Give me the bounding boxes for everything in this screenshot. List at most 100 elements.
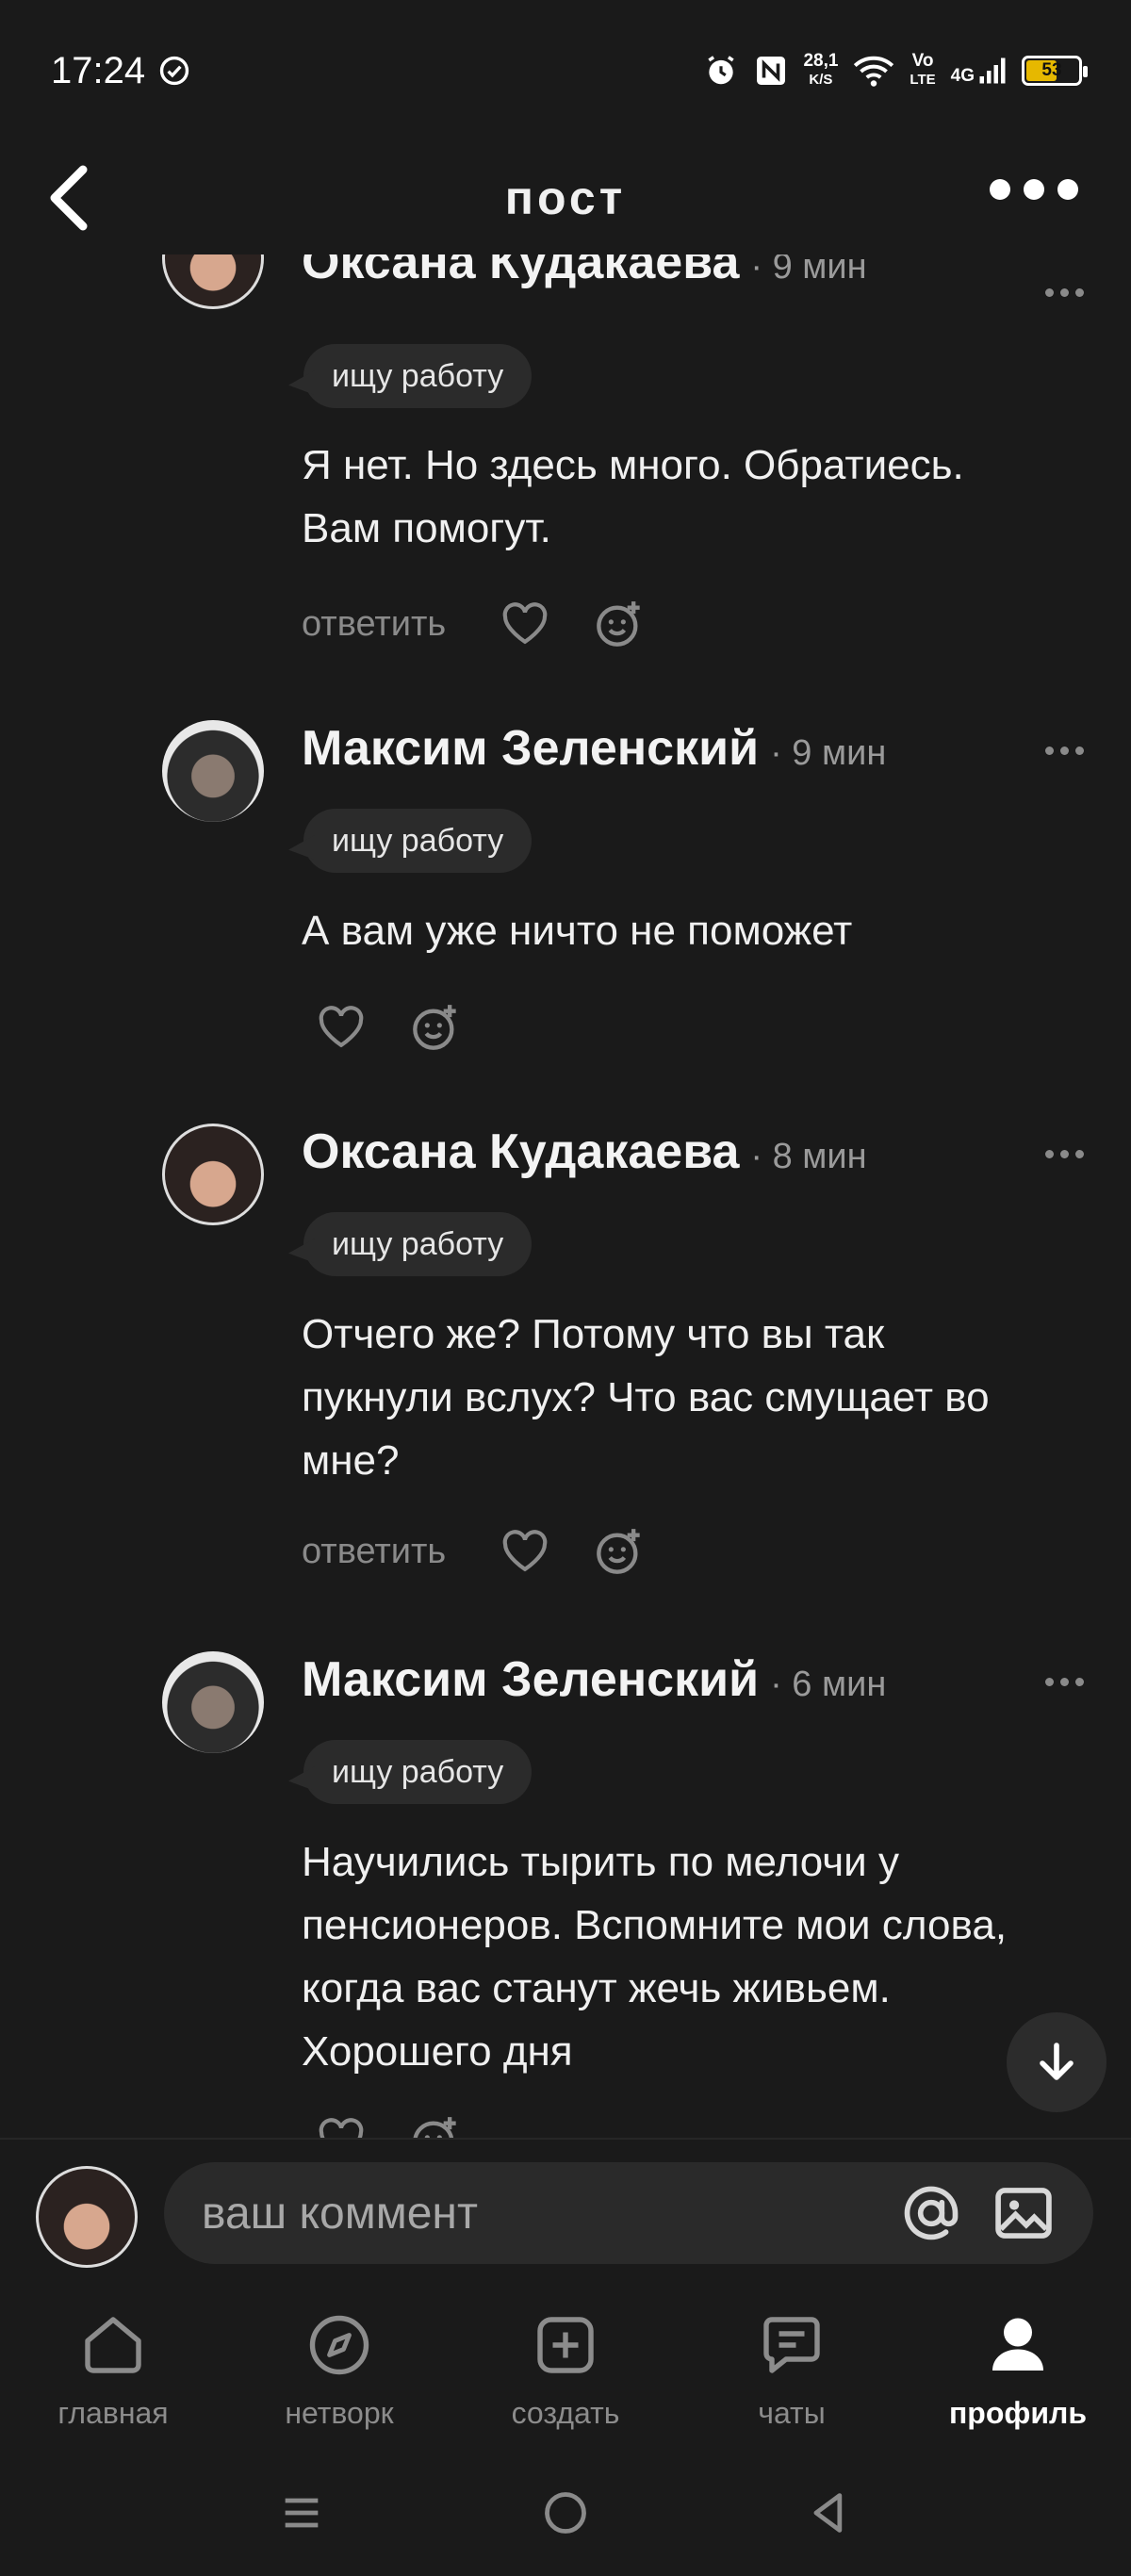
header: пост <box>0 141 1131 254</box>
bottom-tab-bar: главная нетворк создать чаты профиль <box>0 2289 1131 2449</box>
check-circle-icon <box>159 56 189 86</box>
menu-icon[interactable] <box>277 2488 326 2537</box>
status-time: 17:24 <box>51 49 146 91</box>
cell-signal: 4G <box>951 56 1007 86</box>
back-triangle-icon[interactable] <box>805 2488 854 2537</box>
more-options-button[interactable] <box>990 179 1078 200</box>
like-button[interactable] <box>500 599 549 648</box>
comment-tag: ищу работу <box>303 1212 533 1276</box>
page-title: пост <box>504 172 627 224</box>
comment-more-button[interactable] <box>1045 747 1084 755</box>
heart-icon <box>319 2118 364 2138</box>
battery-level: 53 <box>1041 60 1062 80</box>
add-emoji-icon <box>597 1529 640 1574</box>
more-dot-icon <box>1024 179 1044 200</box>
reply-button[interactable]: ответить <box>302 1532 446 1572</box>
comment-more-button[interactable] <box>1045 1150 1084 1158</box>
tab-label: нетворк <box>285 2396 394 2430</box>
comment-header: Максим Зеленский · 6 мин <box>302 1651 886 1708</box>
comment-input-placeholder[interactable]: ваш коммент <box>202 2188 899 2240</box>
net-speed-value: 28,1 <box>803 51 839 71</box>
avatar <box>36 2166 138 2268</box>
comment-tag: ищу работу <box>303 1740 533 1804</box>
arrow-down-icon <box>1040 2043 1074 2080</box>
comment-text-line: когда вас станут жечь живьем. <box>302 1965 891 2011</box>
comment-tag: ищу работу <box>303 809 533 873</box>
status-bar: 17:24 28,1 K/S Vo LTE 4G 53 <box>0 0 1131 141</box>
comment-text-line: Отчего же? Потому что вы так <box>302 1311 885 1357</box>
comment-actions: ответить <box>302 599 644 648</box>
network-type: 4G <box>950 66 975 86</box>
comment-feed[interactable]: Оксана Кудакаева · 9 мин ищу работу Я не… <box>0 254 1131 2138</box>
comment-tag: ищу работу <box>303 344 533 408</box>
tab-chats[interactable]: чаты <box>679 2289 905 2449</box>
comment-header: Оксана Кудакаева · 9 мин <box>302 254 867 290</box>
more-dot-icon <box>1057 179 1078 200</box>
comment-text-line: Хорошего дня <box>302 2028 573 2075</box>
comment-text: Отчего же? Потому что вы так пукнули всл… <box>302 1303 1093 1492</box>
comment-author[interactable]: Оксана Кудакаева <box>302 1124 739 1180</box>
like-button[interactable] <box>500 1527 549 1576</box>
comment-time: · 9 мин <box>770 733 887 773</box>
avatar[interactable] <box>162 1651 264 1753</box>
comment-header: Оксана Кудакаева · 8 мин <box>302 1124 867 1180</box>
avatar[interactable] <box>162 254 264 309</box>
image-icon[interactable] <box>992 2181 1056 2245</box>
more-dot-icon <box>990 179 1010 200</box>
back-button[interactable] <box>41 162 94 234</box>
status-left: 17:24 <box>51 50 190 92</box>
mention-icon[interactable] <box>899 2181 963 2245</box>
comment-header: Максим Зеленский · 9 мин <box>302 720 886 777</box>
comment-text-line: А вам уже ничто не поможет <box>302 908 853 954</box>
heart-icon <box>502 602 548 645</box>
comment-time: · 9 мин <box>750 254 867 287</box>
heart-icon <box>502 1530 548 1572</box>
alarm-icon <box>708 56 735 85</box>
add-reaction-button[interactable] <box>411 2115 460 2138</box>
comment-time: · 6 мин <box>770 1665 887 1704</box>
tab-label: создать <box>511 2396 620 2430</box>
comment-author[interactable]: Максим Зеленский <box>302 720 759 777</box>
comment-actions <box>317 1003 460 1052</box>
add-reaction-button[interactable] <box>595 599 644 648</box>
add-emoji-icon <box>597 601 640 647</box>
tab-create[interactable]: создать <box>452 2289 679 2449</box>
like-button[interactable] <box>317 2115 366 2138</box>
comment-text-line: мне? <box>302 1437 400 1484</box>
like-button[interactable] <box>317 1003 366 1052</box>
comment-author[interactable]: Максим Зеленский <box>302 1651 759 1708</box>
comment-author[interactable]: Оксана Кудакаева <box>302 254 739 290</box>
reply-button[interactable]: ответить <box>302 604 446 645</box>
compass-icon <box>309 2315 369 2375</box>
system-nav-bar <box>0 2449 1131 2576</box>
comment-more-button[interactable] <box>1045 1678 1084 1686</box>
avatar[interactable] <box>162 1124 264 1225</box>
volte-bottom: LTE <box>910 72 936 88</box>
comment-text-line: Вам помогут. <box>302 505 551 551</box>
comment-actions <box>317 2115 460 2138</box>
tab-network[interactable]: нетворк <box>226 2289 452 2449</box>
signal-icon <box>979 57 1006 84</box>
add-reaction-button[interactable] <box>411 1003 460 1052</box>
chat-icon <box>763 2317 820 2373</box>
comment-text-line: Я нет. Но здесь много. Обратиесь. <box>302 442 964 488</box>
tab-home[interactable]: главная <box>0 2289 226 2449</box>
avatar[interactable] <box>162 720 264 822</box>
comment-text-line: пукнули вслух? Что вас смущает во <box>302 1374 990 1420</box>
comment-input[interactable]: ваш коммент <box>164 2162 1093 2264</box>
comment-actions: ответить <box>302 1527 644 1576</box>
volte-indicator: Vo LTE <box>910 52 935 90</box>
add-reaction-button[interactable] <box>595 1527 644 1576</box>
composer-icons <box>899 2181 1056 2245</box>
comment-composer: ваш коммент <box>0 2138 1131 2289</box>
home-circle-icon[interactable] <box>541 2488 590 2537</box>
status-right: 28,1 K/S Vo LTE 4G 53 <box>703 51 1088 90</box>
tab-label: профиль <box>948 2396 1088 2430</box>
comment-text: Научились тырить по мелочи у пенсионеров… <box>302 1830 1093 2083</box>
comment-more-button[interactable] <box>1045 288 1084 297</box>
tab-profile[interactable]: профиль <box>905 2289 1131 2449</box>
nfc-icon <box>757 57 786 85</box>
scroll-to-bottom-button[interactable] <box>1007 2012 1106 2112</box>
volte-top: Vo <box>911 51 934 71</box>
chevron-left-icon <box>50 165 88 231</box>
